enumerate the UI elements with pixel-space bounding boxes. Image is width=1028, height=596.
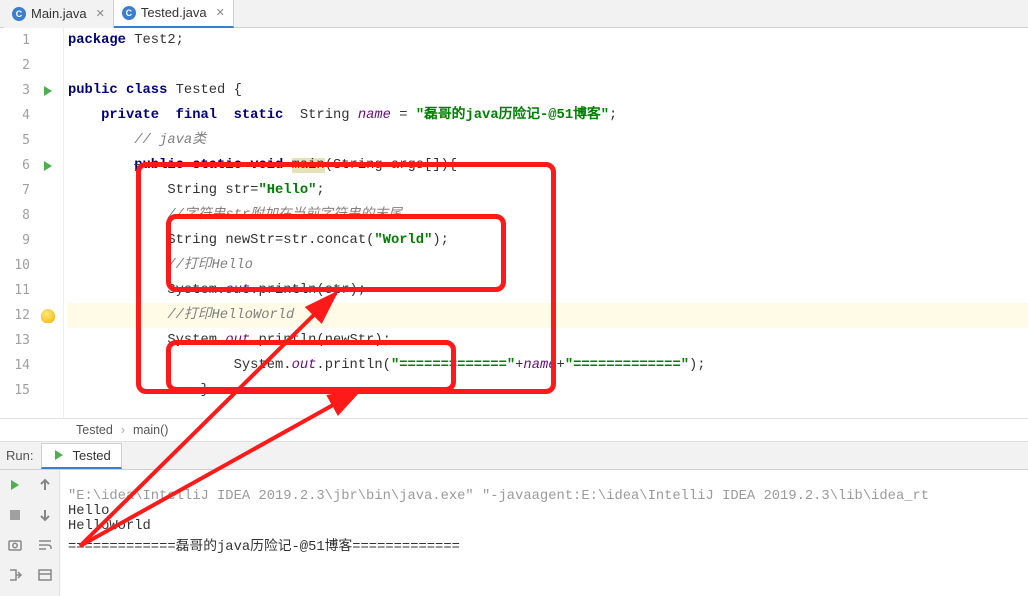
run-method-icon[interactable] xyxy=(36,161,60,171)
line-number: 6 xyxy=(0,158,36,173)
scroll-up-button[interactable] xyxy=(30,470,60,500)
run-toolbar xyxy=(0,470,60,596)
line-number: 7 xyxy=(0,183,36,198)
run-panel-header: Run: Tested xyxy=(0,442,1028,470)
run-config-icon xyxy=(52,448,66,462)
console-line: HelloWorld xyxy=(68,519,151,534)
code-line[interactable]: String newStr=str.concat("World"); xyxy=(68,228,1028,253)
line-number: 15 xyxy=(0,383,36,398)
console-line: "E:\idea\IntelliJ IDEA 2019.2.3\jbr\bin\… xyxy=(68,489,929,504)
line-number: 3 xyxy=(0,83,36,98)
breadcrumb-item[interactable]: main() xyxy=(133,423,168,437)
line-number: 14 xyxy=(0,358,36,373)
code-line[interactable] xyxy=(68,53,1028,78)
editor[interactable]: 1 2 3 4 5 6 7 8 9 10 11 12 13 14 15 pack… xyxy=(0,28,1028,418)
tab-label: Main.java xyxy=(31,6,87,21)
close-icon[interactable]: ✕ xyxy=(96,7,105,20)
code-line[interactable]: System.out.println(newStr); xyxy=(68,328,1028,353)
run-tab[interactable]: Tested xyxy=(41,443,121,469)
code-area[interactable]: package Test2; public class Tested { pri… xyxy=(64,28,1028,418)
run-panel: "E:\idea\IntelliJ IDEA 2019.2.3\jbr\bin\… xyxy=(0,470,1028,596)
close-icon[interactable]: ✕ xyxy=(216,6,225,19)
java-class-icon: C xyxy=(12,7,26,21)
tab-tested-java[interactable]: C Tested.java ✕ xyxy=(114,0,234,28)
screenshot-button[interactable] xyxy=(0,530,30,560)
line-number: 8 xyxy=(0,208,36,223)
code-line[interactable]: String str="Hello"; xyxy=(68,178,1028,203)
layout-button[interactable] xyxy=(30,560,60,590)
soft-wrap-button[interactable] xyxy=(30,530,60,560)
line-number: 2 xyxy=(0,58,36,73)
code-line[interactable]: package Test2; xyxy=(68,28,1028,53)
chevron-right-icon: › xyxy=(121,423,125,437)
code-line[interactable]: public static void main(String args[]){ xyxy=(68,153,1028,178)
breadcrumb: Tested › main() xyxy=(0,418,1028,442)
tab-main-java[interactable]: C Main.java ✕ xyxy=(4,0,114,28)
line-number: 12 xyxy=(0,308,36,323)
code-line[interactable]: //打印Hello xyxy=(68,253,1028,278)
line-number: 5 xyxy=(0,133,36,148)
run-label: Run: xyxy=(6,448,33,463)
run-tab-label: Tested xyxy=(72,448,110,463)
breadcrumb-item[interactable]: Tested xyxy=(76,423,113,437)
code-line[interactable]: } xyxy=(68,378,1028,403)
rerun-button[interactable] xyxy=(0,470,30,500)
line-number: 1 xyxy=(0,33,36,48)
code-line[interactable]: System.out.println("============="+name+… xyxy=(68,353,1028,378)
intention-bulb-icon[interactable] xyxy=(36,309,60,323)
line-number: 13 xyxy=(0,333,36,348)
java-class-icon: C xyxy=(122,6,136,20)
stop-button[interactable] xyxy=(0,500,30,530)
scroll-down-button[interactable] xyxy=(30,500,60,530)
run-class-icon[interactable] xyxy=(36,86,60,96)
line-number: 9 xyxy=(0,233,36,248)
code-line[interactable]: System.out.println(str); xyxy=(68,278,1028,303)
line-number: 11 xyxy=(0,283,36,298)
file-tabs: C Main.java ✕ C Tested.java ✕ xyxy=(0,0,1028,28)
code-line[interactable]: public class Tested { xyxy=(68,78,1028,103)
line-number: 10 xyxy=(0,258,36,273)
code-line[interactable]: //字符串str附加在当前字符串的末尾 xyxy=(68,203,1028,228)
code-line[interactable]: private final static String name = "磊哥的j… xyxy=(68,103,1028,128)
code-line[interactable]: //打印HelloWorld xyxy=(68,303,1028,328)
console-line: Hello xyxy=(68,504,109,519)
tab-label: Tested.java xyxy=(141,5,207,20)
gutter: 1 2 3 4 5 6 7 8 9 10 11 12 13 14 15 xyxy=(0,28,64,418)
exit-button[interactable] xyxy=(0,560,30,590)
code-line[interactable]: // java类 xyxy=(68,128,1028,153)
line-number: 4 xyxy=(0,108,36,123)
console-line: =============磊哥的java历险记-@51博客===========… xyxy=(68,540,460,555)
console-output[interactable]: "E:\idea\IntelliJ IDEA 2019.2.3\jbr\bin\… xyxy=(60,470,1028,596)
